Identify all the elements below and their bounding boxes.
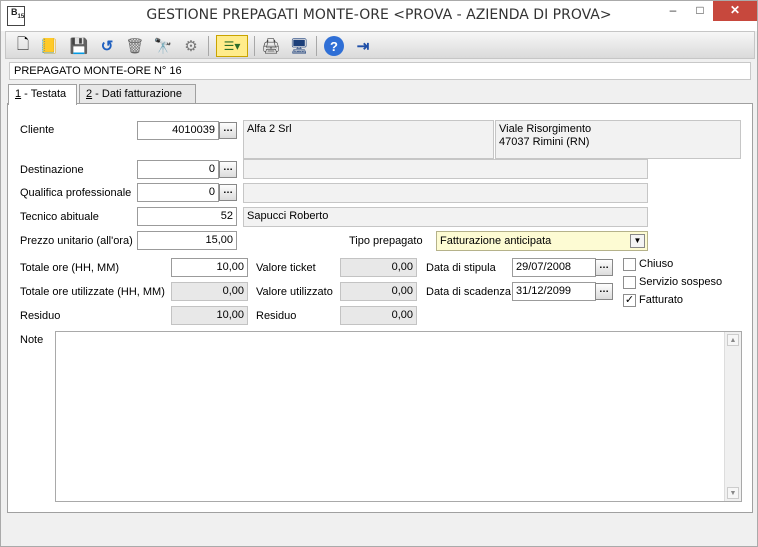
totale-utilizzate-label: Totale ore utilizzate (HH, MM) [20, 286, 165, 298]
tab-dati-fatturazione[interactable]: 2 - Dati fatturazione [79, 84, 196, 105]
valore-ticket-field: 0,00 [340, 258, 417, 277]
residuo-valore-field: 0,00 [340, 306, 417, 325]
qualifica-label: Qualifica professionale [20, 187, 132, 199]
delete-icon[interactable]: 🗑 [124, 35, 146, 57]
chevron-down-icon[interactable]: ▼ [630, 234, 645, 248]
note-textarea[interactable]: ▲ ▼ [55, 331, 742, 502]
maximize-button[interactable]: □ [685, 1, 715, 21]
valore-utilizzato-field: 0,00 [340, 282, 417, 301]
valore-utilizzato-label: Valore utilizzato [256, 286, 333, 298]
residuo-valore-label: Residuo [256, 310, 297, 322]
exit-icon[interactable]: ⇥ [352, 35, 374, 57]
destinazione-lookup-button[interactable]: … [219, 161, 237, 178]
toolbar: 🗋 📒 💾 ↺ 🗑 🔭 ⚙ ☰▾ 🖨 🖥 ? ⇥ [5, 31, 755, 59]
residuo-field: 10,00 [171, 306, 248, 325]
totale-utilizzate-field: 0,00 [171, 282, 248, 301]
tipo-prepagato-select[interactable]: Fatturazione anticipata ▼ [436, 231, 648, 251]
cliente-code-field[interactable]: 4010039 [137, 121, 219, 140]
window-title: GESTIONE PREPAGATI MONTE-ORE <PROVA - AZ… [146, 7, 612, 23]
data-scadenza-picker-button[interactable]: … [595, 283, 613, 300]
print-icon[interactable]: 🖨 [260, 35, 282, 57]
tipo-prepagato-label: Tipo prepagato [349, 235, 423, 247]
destinazione-label: Destinazione [20, 164, 84, 176]
cliente-address-box: Viale Risorgimento 47037 Rimini (RN) [495, 120, 741, 159]
qualifica-lookup-button[interactable]: … [219, 184, 237, 201]
qualifica-field[interactable]: 0 [137, 183, 219, 202]
tecnico-label: Tecnico abituale [20, 211, 99, 223]
cliente-label: Cliente [20, 124, 55, 136]
new-document-icon[interactable]: 🗋 [12, 35, 34, 57]
toolbar-separator [254, 36, 255, 56]
undo-icon[interactable]: ↺ [96, 35, 118, 57]
totale-ore-field[interactable]: 10,00 [171, 258, 248, 277]
data-stipula-label: Data di stipula [426, 262, 496, 274]
tecnico-code-field[interactable]: 52 [137, 207, 237, 226]
prezzo-label: Prezzo unitario (all'ora) [20, 235, 133, 247]
document-label: PREPAGATO MONTE-ORE N° 16 [9, 62, 751, 80]
valore-ticket-label: Valore ticket [256, 262, 316, 274]
servizio-sospeso-label: Servizio sospeso [639, 276, 723, 288]
title-bar[interactable]: B15 GESTIONE PREPAGATI MONTE-ORE <PROVA … [1, 1, 757, 31]
prezzo-field[interactable]: 15,00 [137, 231, 237, 250]
servizio-sospeso-checkbox[interactable] [623, 276, 636, 289]
open-folder-icon[interactable]: 📒 [38, 35, 60, 57]
list-view-dropdown-icon[interactable]: ☰▾ [216, 35, 248, 57]
fatturato-label: Fatturato [639, 294, 684, 306]
settings-gear-icon[interactable]: ⚙ [180, 35, 202, 57]
find-binoculars-icon[interactable]: 🔭 [152, 35, 174, 57]
tipo-prepagato-value: Fatturazione anticipata [440, 235, 552, 247]
scroll-up-icon[interactable]: ▲ [727, 334, 739, 346]
help-icon[interactable]: ? [324, 36, 344, 56]
data-scadenza-field[interactable]: 31/12/2099 [512, 282, 596, 301]
destinazione-description-box [243, 159, 648, 179]
close-button[interactable]: ✕ [713, 1, 757, 21]
cliente-lookup-button[interactable]: … [219, 122, 237, 139]
data-stipula-picker-button[interactable]: … [595, 259, 613, 276]
scroll-down-icon[interactable]: ▼ [727, 487, 739, 499]
print-preview-icon[interactable]: 🖥 [288, 35, 310, 57]
fatturato-checkbox[interactable]: ✓ [623, 294, 636, 307]
main-window: B15 GESTIONE PREPAGATI MONTE-ORE <PROVA … [0, 0, 758, 547]
note-scrollbar[interactable]: ▲ ▼ [724, 332, 741, 501]
tecnico-name-box: Sapucci Roberto [243, 207, 648, 227]
minimize-button[interactable]: – [658, 1, 688, 21]
totale-ore-label: Totale ore (HH, MM) [20, 262, 120, 274]
data-scadenza-label: Data di scadenza [426, 286, 511, 298]
destinazione-field[interactable]: 0 [137, 160, 219, 179]
toolbar-separator [208, 36, 209, 56]
chiuso-checkbox[interactable] [623, 258, 636, 271]
toolbar-separator [316, 36, 317, 56]
cliente-name-box: Alfa 2 Srl [243, 120, 494, 159]
cliente-address-line1: Viale Risorgimento [499, 123, 592, 135]
data-stipula-field[interactable]: 29/07/2008 [512, 258, 596, 277]
qualifica-description-box [243, 183, 648, 203]
testata-panel: Cliente 4010039 … Alfa 2 Srl Viale Risor… [7, 103, 753, 513]
chiuso-label: Chiuso [639, 258, 674, 270]
note-label: Note [20, 334, 44, 346]
save-icon[interactable]: 💾 [68, 35, 90, 57]
tab-testata[interactable]: 1 - Testata [8, 84, 77, 105]
cliente-address-line2: 47037 Rimini (RN) [499, 136, 590, 148]
residuo-label: Residuo [20, 310, 61, 322]
